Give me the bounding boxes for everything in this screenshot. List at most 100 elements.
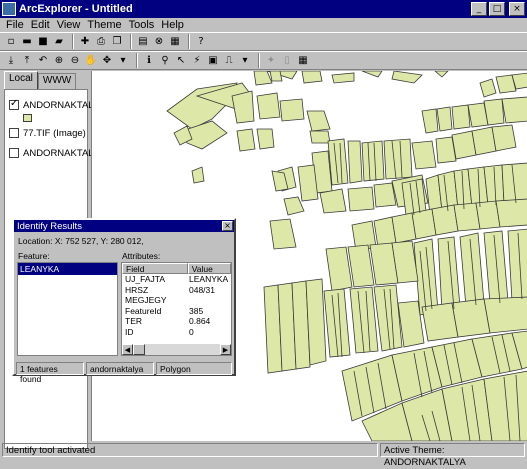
pan-icon[interactable]: ✋ [84, 54, 98, 68]
parcel-polygon[interactable] [401, 178, 427, 216]
scroll-left-icon[interactable]: ◀ [122, 344, 133, 355]
print-icon[interactable]: ⎙ [94, 35, 108, 49]
properties-icon[interactable]: ▦ [296, 54, 310, 68]
properties-icon[interactable]: ▦ [168, 35, 182, 49]
dropdown-arrow-icon[interactable]: ▾ [116, 54, 130, 68]
parcel-polygon[interactable] [306, 110, 331, 132]
parcel-polygon[interactable] [301, 71, 323, 84]
layer-checkbox[interactable] [9, 148, 19, 158]
dropdown-arrow-icon[interactable]: ▾ [238, 54, 252, 68]
open-icon[interactable]: ▬ [20, 35, 34, 49]
column-header-value[interactable]: Value [187, 263, 231, 274]
parcel-polygon[interactable] [391, 71, 423, 84]
measure-icon[interactable]: ↖ [174, 54, 188, 68]
parcel-polygon[interactable] [256, 128, 275, 150]
menu-help[interactable]: Help [161, 19, 184, 31]
copy-icon[interactable]: ❐ [110, 35, 124, 49]
new-icon[interactable]: ▫ [4, 35, 18, 49]
select-icon[interactable]: ▣ [206, 54, 220, 68]
scroll-right-icon[interactable]: ▶ [220, 344, 231, 355]
parcel-polygon[interactable] [383, 138, 413, 180]
save-icon[interactable]: ■ [36, 35, 50, 49]
menu-tools[interactable]: Tools [129, 19, 155, 31]
minimize-button[interactable]: _ [471, 2, 487, 16]
parcel-polygon[interactable] [453, 202, 481, 232]
layout-icon[interactable]: ▤ [136, 35, 150, 49]
layer-checkbox[interactable] [9, 128, 19, 138]
tab-www[interactable]: WWW [37, 73, 77, 89]
parcel-polygon[interactable] [297, 164, 319, 202]
parcel-polygon[interactable] [269, 71, 283, 82]
parcel-polygon[interactable] [501, 162, 527, 204]
parcel-polygon[interactable] [347, 186, 375, 212]
help-icon[interactable]: ? [194, 35, 208, 49]
menu-edit[interactable]: Edit [31, 19, 50, 31]
undo-icon[interactable]: ↶ [36, 54, 50, 68]
zoom-out-icon[interactable]: ⊖ [68, 54, 82, 68]
layer-checkbox[interactable] [9, 98, 19, 110]
find-icon[interactable]: ⚲ [158, 54, 172, 68]
parcel-polygon[interactable] [501, 96, 527, 124]
clear-selection-icon[interactable]: ✦ [264, 54, 278, 68]
add-theme-icon[interactable]: ✚ [78, 35, 92, 49]
parcel-polygon[interactable] [479, 78, 497, 98]
parcel-polygon[interactable] [331, 72, 355, 84]
parcel-polygon[interactable] [236, 128, 256, 152]
parcel-polygon[interactable] [459, 232, 485, 308]
parcel-polygon[interactable] [283, 196, 305, 216]
parcel-polygon[interactable] [191, 166, 205, 184]
zoom-active-icon[interactable]: ⤒ [20, 54, 34, 68]
attribute-icon[interactable]: ▯ [280, 54, 294, 68]
dialog-close-button[interactable]: × [222, 221, 233, 231]
parcel-polygon[interactable] [483, 370, 527, 441]
menu-view[interactable]: View [57, 19, 81, 31]
parcel-polygon[interactable] [431, 204, 459, 236]
zoom-extent-icon[interactable]: ⤓ [4, 54, 18, 68]
parcel-polygon[interactable] [421, 108, 439, 134]
close-button[interactable]: × [509, 2, 525, 16]
parcel-polygon[interactable] [347, 140, 363, 184]
menu-file[interactable]: File [6, 19, 24, 31]
parcel-polygon[interactable] [347, 244, 375, 288]
parcel-polygon[interactable] [305, 278, 327, 366]
hotlink-icon[interactable]: ⚡ [190, 54, 204, 68]
parcel-polygon[interactable] [483, 296, 527, 334]
parcel-polygon[interactable] [231, 90, 255, 124]
parcel-polygon[interactable] [495, 198, 527, 228]
menu-theme[interactable]: Theme [87, 19, 121, 31]
query-icon[interactable]: ⎍ [222, 54, 236, 68]
scroll-thumb[interactable] [133, 344, 145, 355]
parcel-polygon[interactable] [253, 71, 273, 86]
parcel-polygon[interactable] [451, 298, 491, 338]
parcel-polygon[interactable] [269, 218, 297, 250]
parcel-polygon[interactable] [411, 140, 437, 170]
parcel-polygon[interactable] [436, 106, 453, 132]
parcel-polygon[interactable] [434, 71, 449, 78]
delete-icon[interactable]: ⊗ [152, 35, 166, 49]
parcel-polygon[interactable] [325, 246, 353, 292]
parcel-polygon[interactable] [319, 188, 347, 214]
zoom-in-icon[interactable]: ⊕ [52, 54, 66, 68]
identify-icon[interactable]: ℹ [142, 54, 156, 68]
parcel-polygon[interactable] [373, 182, 397, 208]
parcel-polygon[interactable] [507, 228, 527, 302]
tab-local[interactable]: Local [4, 71, 38, 89]
column-header-field[interactable]: Field [122, 263, 188, 274]
pan-direction-icon[interactable]: ✥ [100, 54, 114, 68]
open-folder-icon[interactable]: ▰ [52, 35, 66, 49]
horizontal-scrollbar[interactable]: ◀ ▶ [122, 344, 231, 355]
parcel-polygon[interactable] [361, 71, 383, 78]
parcel-polygon[interactable] [451, 104, 471, 130]
parcel-polygon[interactable] [309, 130, 331, 144]
parcel-polygon[interactable] [483, 230, 509, 304]
parcel-polygon[interactable] [491, 124, 517, 152]
parcel-polygon[interactable] [256, 92, 281, 120]
parcel-polygon[interactable] [483, 98, 505, 126]
layer-item[interactable]: ANDORNAKTALY [9, 98, 99, 111]
parcel-polygon[interactable] [349, 286, 379, 354]
feature-item[interactable]: LEANYKA [18, 263, 117, 275]
maximize-button[interactable]: □ [489, 2, 505, 16]
parcel-polygon[interactable] [361, 140, 385, 182]
layer-item[interactable]: 77.TIF (Image) [9, 128, 86, 139]
parcel-polygon[interactable] [279, 98, 305, 122]
